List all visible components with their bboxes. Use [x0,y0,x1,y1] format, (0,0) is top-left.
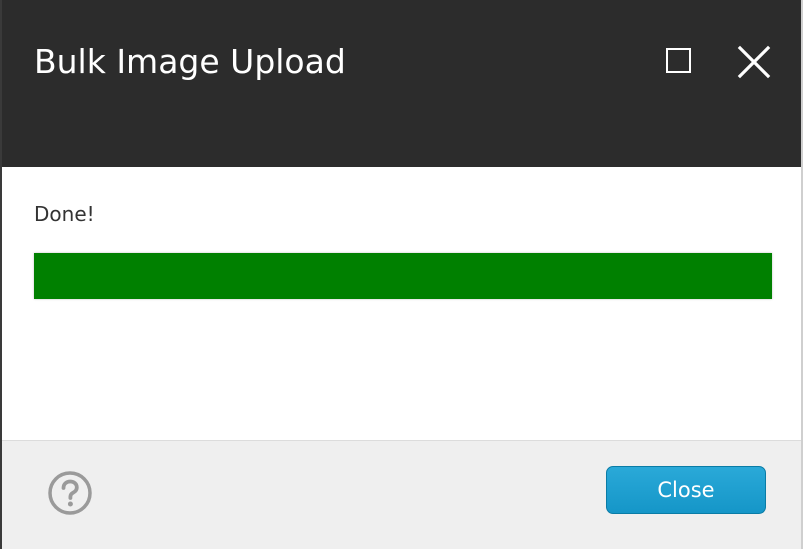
upload-progress-bar [34,253,772,299]
close-button[interactable]: Close [606,466,766,514]
upload-progress-fill [34,253,772,299]
maximize-icon [666,48,691,73]
dialog-title-bar: Bulk Image Upload [2,0,801,167]
close-dialog-button[interactable] [736,44,772,80]
help-button[interactable] [46,469,94,517]
upload-status-text: Done! [34,202,95,226]
dialog-body: Done! [2,167,801,440]
close-icon [737,45,771,79]
dialog-footer: Close [2,440,801,549]
maximize-button[interactable] [662,44,698,80]
question-circle-icon [48,471,92,515]
bulk-image-upload-dialog: Bulk Image Upload Done! Close [0,0,803,549]
dialog-title: Bulk Image Upload [34,42,346,81]
